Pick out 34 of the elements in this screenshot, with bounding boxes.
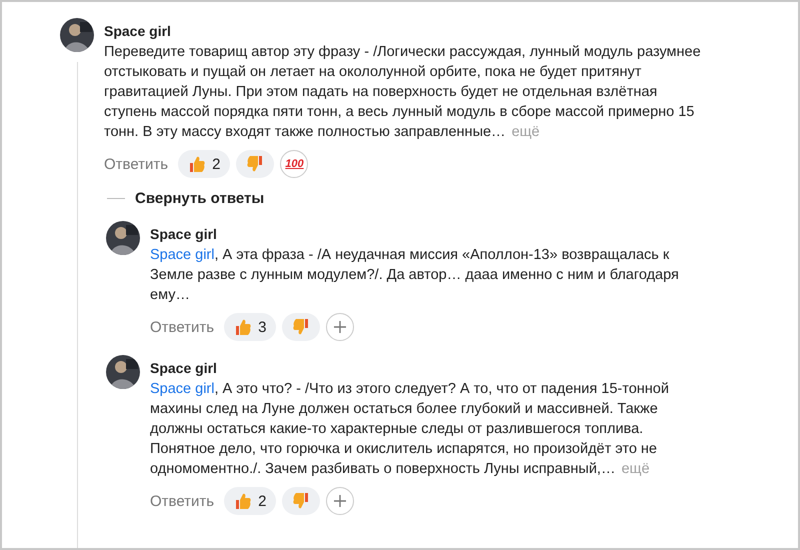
avatar xyxy=(106,355,140,389)
thumbs-down-icon xyxy=(292,492,310,510)
plus-icon xyxy=(334,321,346,333)
dislike-button[interactable] xyxy=(282,313,320,341)
like-button[interactable]: 2 xyxy=(224,487,276,515)
more-link[interactable]: ещё xyxy=(621,461,650,477)
hundred-reaction-button[interactable]: 100 xyxy=(280,150,308,178)
comment-text: Переведите товарищ автор эту фразу - /Логически рассуждая, лунный модуль разумнее отстыковать и пущай он летает на окололунной орбите, пока не будет притянут гравитацией Луны. При этом падать на поверхность будет не отдельная взлётная ступень массой порядка пяти тонн, а весь лунный модуль в сборе массой примерно 15 тонн. В эту массу входят также полностью заправленные… ещё xyxy=(104,43,702,142)
plus-icon xyxy=(334,495,346,507)
reply-button[interactable]: Ответить xyxy=(150,492,214,510)
like-button[interactable]: 2 xyxy=(178,150,230,178)
mention-link[interactable]: Space girl xyxy=(150,381,214,397)
thumbs-up-icon xyxy=(188,155,206,173)
thumbs-down-icon xyxy=(246,155,264,173)
avatar xyxy=(60,18,94,52)
thumbs-down-icon xyxy=(292,318,310,336)
add-reaction-button[interactable] xyxy=(326,487,354,515)
comment-text: Space girl, А эта фраза - /А неудачная миссия «Аполлон-13» возвращалась к Земле разве с лунным модулем?/. Да автор… дааа именно с ним и благодаря ему… xyxy=(150,246,680,305)
avatar xyxy=(106,221,140,255)
like-button[interactable]: 3 xyxy=(224,313,276,341)
collapse-replies-button[interactable]: Свернуть ответы xyxy=(135,190,264,207)
author-name: Space girl xyxy=(150,225,218,243)
comment-text: Space girl, А это что? - /Что из этого следует? А то, что от падения 15-тонной махины след на Луне должен остаться более глубокий и массивней. Также должны остаться какие-то характерные следы от разлившегося топлива. Понятное дело, что горючка и окислитель испарятся, но произойдёт это не одномоментно./. Зачем разбивать о поверхность Луны исправный,… ещё xyxy=(150,380,670,479)
dislike-button[interactable] xyxy=(282,487,320,515)
add-reaction-button[interactable] xyxy=(326,313,354,341)
author-name: Space girl xyxy=(150,359,218,377)
reply-button[interactable]: Ответить xyxy=(150,318,214,336)
reply-button[interactable]: Ответить xyxy=(104,156,168,172)
thumbs-up-icon xyxy=(234,492,252,510)
author-name: Space girl xyxy=(104,22,172,40)
dislike-button[interactable] xyxy=(236,150,274,178)
mention-link[interactable]: Space girl xyxy=(150,247,214,263)
thumbs-up-icon xyxy=(234,318,252,336)
more-link[interactable]: ещё xyxy=(512,124,540,140)
